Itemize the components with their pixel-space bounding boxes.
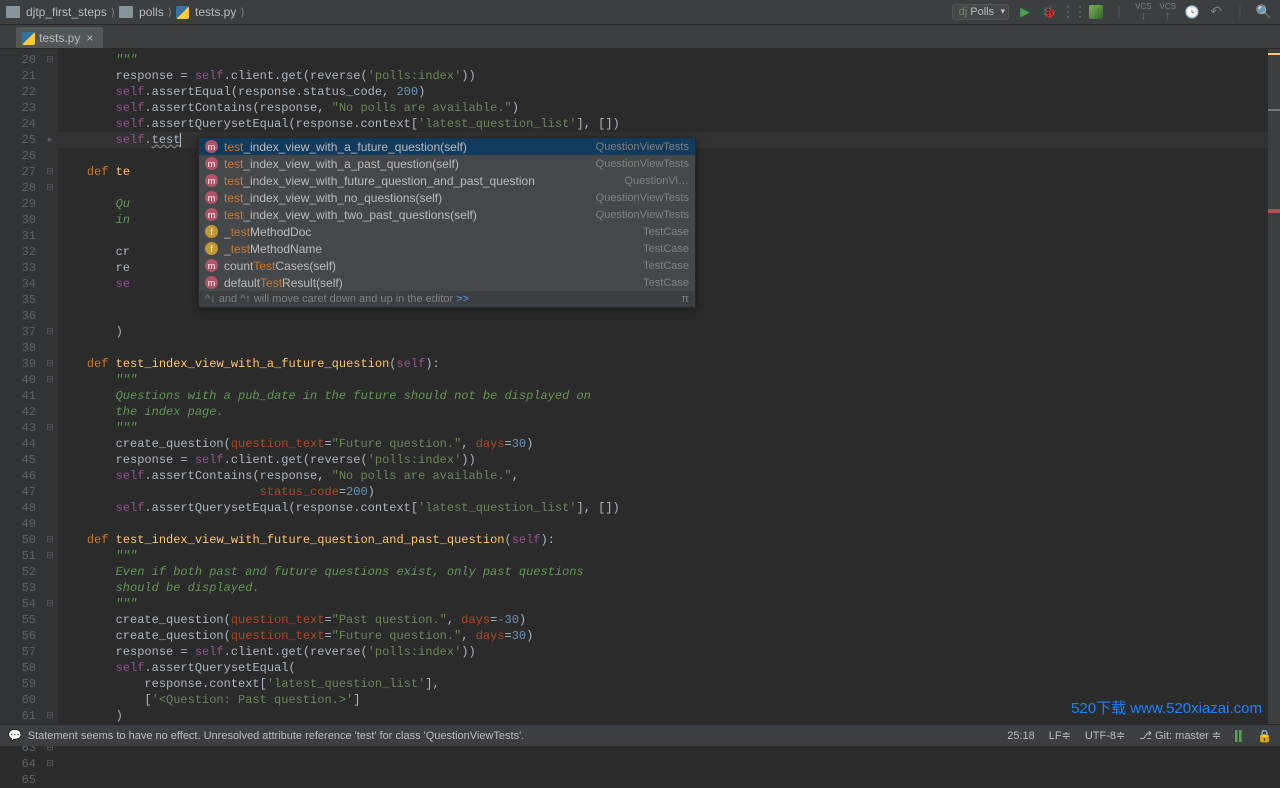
run-configuration-dropdown[interactable]: dj Polls: [952, 4, 1009, 20]
fold-strip[interactable]: ⊟▸⊟⊟⊟⊟⊟⊟⊟⊟⊟⊟⊟⊟: [42, 49, 58, 724]
autocomplete-item[interactable]: mtest_index_view_with_future_question_an…: [199, 172, 695, 189]
autocomplete-item[interactable]: mtest_index_view_with_a_future_question(…: [199, 138, 695, 155]
lock-icon[interactable]: 🔒: [1257, 729, 1272, 743]
python-file-icon: [22, 32, 35, 45]
autocomplete-item[interactable]: mtest_index_view_with_a_past_question(se…: [199, 155, 695, 172]
search-everywhere-button[interactable]: 🔍: [1256, 4, 1272, 20]
vcs-commit-button[interactable]: VCS↑: [1160, 3, 1176, 22]
line-separator[interactable]: LF≑: [1049, 729, 1071, 742]
chevron-right-icon: ⟩: [168, 6, 172, 19]
breadcrumb-item[interactable]: djtp_first_steps: [26, 5, 107, 19]
breadcrumb[interactable]: djtp_first_steps ⟩ polls ⟩ tests.py ⟩: [0, 5, 952, 19]
editor-tabs: tests.py ×: [0, 25, 1280, 49]
line-number-gutter[interactable]: 2021222324252627282930313233343536373839…: [0, 49, 42, 724]
run-with-coverage-button[interactable]: ⋮⋮: [1065, 4, 1081, 20]
divider: |: [1232, 4, 1248, 20]
breadcrumb-item[interactable]: tests.py: [195, 5, 236, 19]
autocomplete-hint: ^↓ and ^↑ will move caret down and up in…: [199, 291, 695, 307]
run-button[interactable]: ▶: [1017, 4, 1033, 20]
navigation-bar: djtp_first_steps ⟩ polls ⟩ tests.py ⟩ dj…: [0, 0, 1280, 25]
autocomplete-popup[interactable]: mtest_index_view_with_a_future_question(…: [198, 137, 696, 308]
caret-position[interactable]: 25:18: [1007, 730, 1035, 742]
git-branch[interactable]: Git: master ≑: [1139, 729, 1221, 742]
python-file-icon: [176, 6, 189, 19]
memory-indicator[interactable]: [1235, 730, 1243, 742]
debug-button[interactable]: 🐞: [1041, 4, 1057, 20]
folder-icon: [6, 6, 20, 18]
chevron-right-icon: ⟩: [111, 6, 115, 19]
autocomplete-item[interactable]: mdefaultTestResult(self)TestCase: [199, 274, 695, 291]
tab-label: tests.py: [39, 31, 80, 45]
revert-button[interactable]: ↶: [1208, 4, 1224, 20]
close-tab-button[interactable]: ×: [86, 31, 93, 45]
vcs-update-button[interactable]: VCS↓: [1135, 3, 1151, 22]
file-encoding[interactable]: UTF-8≑: [1085, 729, 1125, 742]
autocomplete-item[interactable]: mcountTestCases(self)TestCase: [199, 257, 695, 274]
status-message: Statement seems to have no effect. Unres…: [28, 730, 525, 742]
autocomplete-item[interactable]: mtest_index_view_with_no_questions(self)…: [199, 189, 695, 206]
autocomplete-item[interactable]: mtest_index_view_with_two_past_questions…: [199, 206, 695, 223]
status-bar: 💬 Statement seems to have no effect. Unr…: [0, 724, 1280, 746]
autocomplete-item[interactable]: f_testMethodNameTestCase: [199, 240, 695, 257]
chevron-right-icon: ⟩: [240, 6, 244, 19]
profile-button[interactable]: [1089, 5, 1103, 19]
folder-icon: [119, 6, 133, 18]
error-stripe[interactable]: [1268, 49, 1280, 724]
autocomplete-item[interactable]: f_testMethodDocTestCase: [199, 223, 695, 240]
show-history-button[interactable]: 🕓: [1184, 4, 1200, 20]
hint-link[interactable]: >>: [456, 293, 469, 305]
divider: |: [1111, 4, 1127, 20]
toolbar-right: dj Polls ▶ 🐞 ⋮⋮ | VCS↓ VCS↑ 🕓 ↶ | 🔍: [952, 3, 1280, 22]
editor-tab[interactable]: tests.py ×: [16, 27, 103, 48]
message-icon[interactable]: 💬: [8, 729, 22, 742]
editor: 2021222324252627282930313233343536373839…: [0, 49, 1280, 724]
code-area[interactable]: mtest_index_view_with_a_future_question(…: [58, 49, 1268, 724]
breadcrumb-item[interactable]: polls: [139, 5, 164, 19]
